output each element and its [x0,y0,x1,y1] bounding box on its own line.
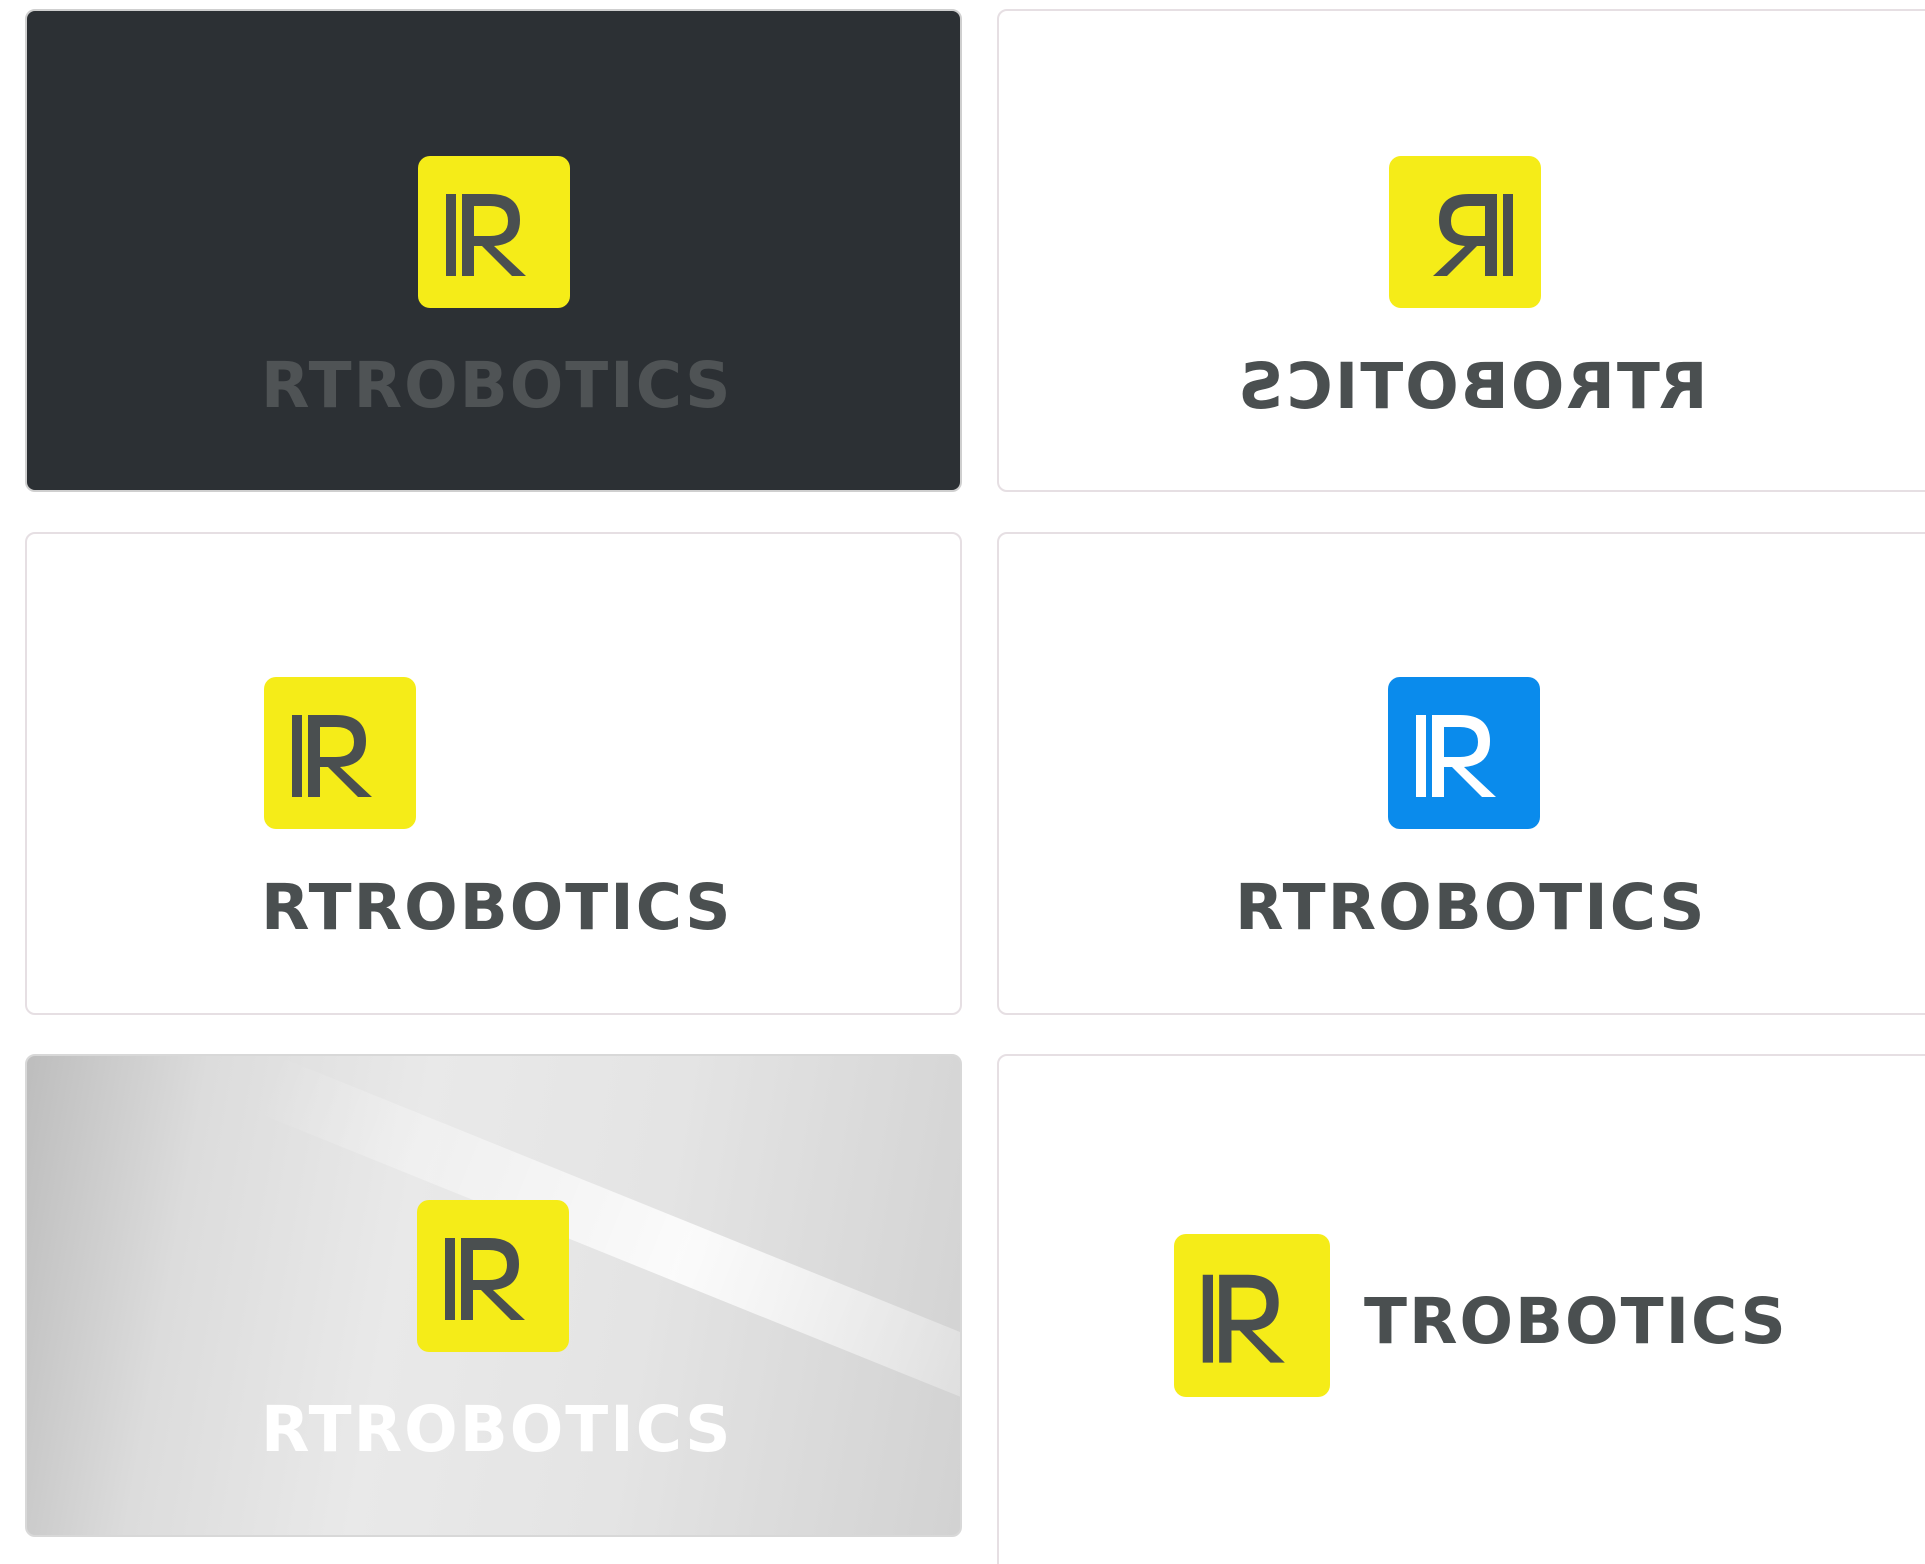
wordmark: RTROBOTICS [261,349,733,422]
logo-mark-yellow [1174,1234,1330,1397]
logo-card-horizontal[interactable]: TROBOTICS [997,1054,1925,1564]
logo-mark-yellow [417,1200,569,1352]
r-letter-icon [445,1238,525,1320]
wordmark: RTROBOTICS [261,1393,733,1466]
logo-mark-blue [1388,677,1540,829]
wordmark-short: TROBOTICS [1364,1285,1788,1358]
wordmark: RTROBOTICS [1235,871,1707,944]
logo-card-silver[interactable]: RTROBOTICS [25,1054,962,1537]
background-sheen [254,1056,960,1449]
r-letter-icon [1433,194,1513,276]
logo-card-mirrored[interactable]: RTROBOTICS [997,9,1925,492]
wordmark: RTROBOTICS [261,871,733,944]
r-letter-icon [446,194,526,276]
wordmark-mirrored: RTROBOTICS [1236,350,1708,423]
logo-mark-yellow [264,677,416,829]
r-letter-icon [1202,1274,1285,1363]
logo-card-dark[interactable]: RTROBOTICS [25,9,962,492]
logo-mark-yellow [418,156,570,308]
logo-card-blue[interactable]: RTROBOTICS [997,532,1925,1015]
logo-mark-yellow-mirrored [1389,156,1541,308]
logo-card-left-aligned[interactable]: RTROBOTICS [25,532,962,1015]
r-letter-icon [292,715,372,797]
r-letter-icon [1416,715,1496,797]
